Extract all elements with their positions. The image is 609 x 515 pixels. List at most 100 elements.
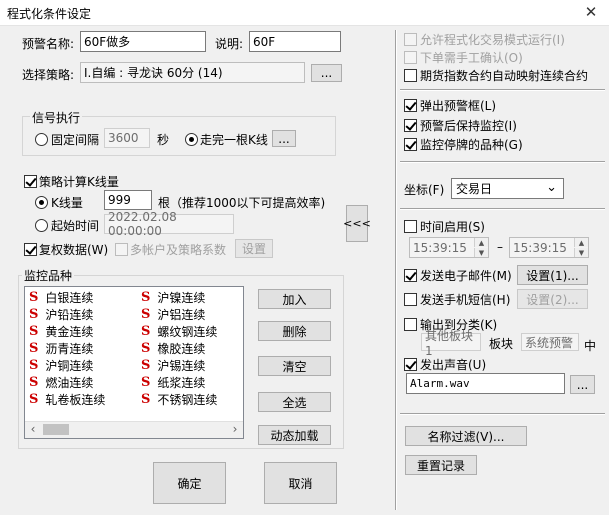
multi-account-checkbox[interactable] [115, 243, 128, 256]
strategy-browse-button[interactable]: ... [311, 64, 342, 82]
collapse-button[interactable]: <<< [343, 205, 371, 242]
time-from-down-icon[interactable]: ▼ [474, 248, 488, 257]
scroll-right-icon[interactable]: › [229, 422, 241, 437]
popup-alert-checkbox[interactable] [404, 99, 417, 112]
strategy-label: 选择策略: [22, 68, 75, 82]
series-icon: S [29, 392, 39, 407]
other-block-field[interactable]: 其他板块1 [421, 329, 481, 358]
signal-more-button[interactable]: ... [272, 130, 296, 147]
fixed-interval-label: 固定间隔 [51, 133, 100, 147]
time-from-up-icon[interactable]: ▲ [474, 238, 488, 247]
dynamic-load-button[interactable]: 动态加载 [258, 425, 331, 445]
alert-name-input[interactable]: 60F做多 [80, 31, 206, 52]
email-settings-button[interactable]: 设置(1)... [517, 265, 588, 285]
scroll-left-icon[interactable]: ‹ [27, 422, 39, 437]
block-word: 板块 [489, 337, 514, 351]
clear-button[interactable]: 清空 [258, 356, 331, 376]
allow-auto-checkbox[interactable] [404, 33, 417, 46]
list-item[interactable]: S 沥青连续 [29, 340, 139, 357]
play-sound-checkbox[interactable] [404, 358, 417, 371]
series-icon: S [141, 358, 151, 373]
series-icon: S [141, 307, 151, 322]
window-title: 程式化条件设定 [7, 7, 92, 21]
list-item[interactable]: S 轧卷板连续 [29, 391, 139, 408]
reset-log-button[interactable]: 重置记录 [405, 455, 477, 475]
list-item[interactable]: S 沪铅连续 [29, 306, 139, 323]
play-sound-label: 发出声音(U) [420, 358, 487, 372]
time-to-value: 15:39:15 [513, 240, 567, 255]
delete-button[interactable]: 删除 [258, 321, 331, 341]
sound-file-input[interactable]: Alarm.wav [406, 373, 565, 394]
keep-monitor-checkbox[interactable] [404, 119, 417, 132]
fixed-interval-radio[interactable] [35, 133, 48, 146]
series-icon: S [29, 358, 39, 373]
series-icon: S [29, 307, 39, 322]
list-item[interactable]: S 螺纹钢连续 [141, 323, 241, 340]
monitor-suspended-checkbox[interactable] [404, 138, 417, 151]
select-all-button[interactable]: 全选 [258, 392, 331, 412]
list-item-label: 螺纹钢连续 [157, 325, 218, 339]
time-to-up-icon[interactable]: ▲ [574, 238, 588, 247]
list-item[interactable]: S 不锈钢连续 [141, 391, 241, 408]
keep-monitor-label: 预警后保持监控(I) [420, 119, 517, 133]
start-time-radio[interactable] [35, 219, 48, 232]
time-dash: – [497, 240, 503, 254]
sound-browse-button[interactable]: ... [570, 375, 595, 394]
sms-settings-button[interactable]: 设置(2)... [517, 289, 588, 309]
output-category-checkbox[interactable] [404, 318, 417, 331]
start-time-input[interactable]: 2022.02.08 00:00:00 [104, 210, 234, 238]
multi-account-settings-button[interactable]: 设置 [235, 239, 273, 258]
time-to-down-icon[interactable]: ▼ [574, 248, 588, 257]
seconds-label: 秒 [157, 133, 170, 147]
list-item-label: 黄金连续 [45, 325, 94, 339]
calc-kbars-checkbox[interactable] [24, 175, 37, 188]
monitor-group-title: 监控品种 [22, 267, 75, 284]
ok-button[interactable]: 确定 [153, 462, 226, 504]
list-item[interactable]: S 沪铝连续 [141, 306, 241, 323]
adjust-data-label: 复权数据(W) [39, 243, 109, 257]
monitor-list-col-left: S 白银连续 S 沪铅连续 S 黄金连续 S 沥青连续 S 沪铜连续 S 燃油连续 S 轧卷板连续 [29, 289, 139, 408]
name-filter-button[interactable]: 名称过滤(V)... [405, 426, 527, 446]
time-enable-checkbox[interactable] [404, 220, 417, 233]
system-alert-field[interactable]: 系统预警 [521, 333, 579, 351]
coord-select[interactable]: 交易日 ⌄ [451, 178, 564, 199]
start-time-label: 起始时间 [51, 219, 100, 233]
list-item[interactable]: S 沪铜连续 [29, 357, 139, 374]
adjust-data-checkbox[interactable] [24, 243, 37, 256]
interval-input[interactable]: 3600 [104, 128, 150, 148]
after-bar-radio[interactable] [185, 133, 198, 146]
send-sms-label: 发送手机短信(H) [420, 293, 511, 307]
list-item[interactable]: S 橡胶连续 [141, 340, 241, 357]
send-sms-checkbox[interactable] [404, 293, 417, 306]
monitor-list-col-right: S 沪镍连续 S 沪铝连续 S 螺纹钢连续 S 橡胶连续 S 沪锡连续 S 纸浆连续 S 不锈钢连续 [141, 289, 241, 408]
list-item[interactable]: S 沪锡连续 [141, 357, 241, 374]
cancel-button[interactable]: 取消 [264, 462, 337, 504]
list-item[interactable]: S 沪镍连续 [141, 289, 241, 306]
vertical-divider [395, 30, 397, 510]
kbars-input[interactable]: 999 [104, 190, 152, 210]
list-item[interactable]: S 纸浆连续 [141, 374, 241, 391]
add-button[interactable]: 加入 [258, 289, 331, 309]
list-item[interactable]: S 黄金连续 [29, 323, 139, 340]
list-item-label: 白银连续 [45, 291, 94, 305]
time-from-value: 15:39:15 [413, 240, 467, 255]
after-bar-label: 走完一根K线 [200, 133, 268, 147]
description-label: 说明: [215, 37, 244, 51]
multi-account-label: 多帐户及策略系数 [130, 243, 227, 257]
list-item[interactable]: S 燃油连续 [29, 374, 139, 391]
list-item-label: 燃油连续 [45, 376, 94, 390]
kbars-hint: 根（推荐1000以下可提高效率) [158, 196, 326, 210]
description-input[interactable]: 60F [249, 31, 341, 52]
send-email-checkbox[interactable] [404, 269, 417, 282]
right-divider-3 [400, 208, 605, 210]
strategy-field[interactable]: I.自编 : 寻龙诀 60分 (14) [80, 62, 305, 83]
futures-index-map-checkbox[interactable] [404, 69, 417, 82]
scroll-thumb[interactable] [43, 424, 69, 435]
series-icon: S [141, 341, 151, 356]
manual-confirm-checkbox[interactable] [404, 51, 417, 64]
list-item[interactable]: S 白银连续 [29, 289, 139, 306]
alert-name-label: 预警名称: [22, 37, 75, 51]
close-icon[interactable]: ✕ [580, 2, 602, 22]
list-item-label: 橡胶连续 [157, 342, 206, 356]
kbars-radio[interactable] [35, 196, 48, 209]
